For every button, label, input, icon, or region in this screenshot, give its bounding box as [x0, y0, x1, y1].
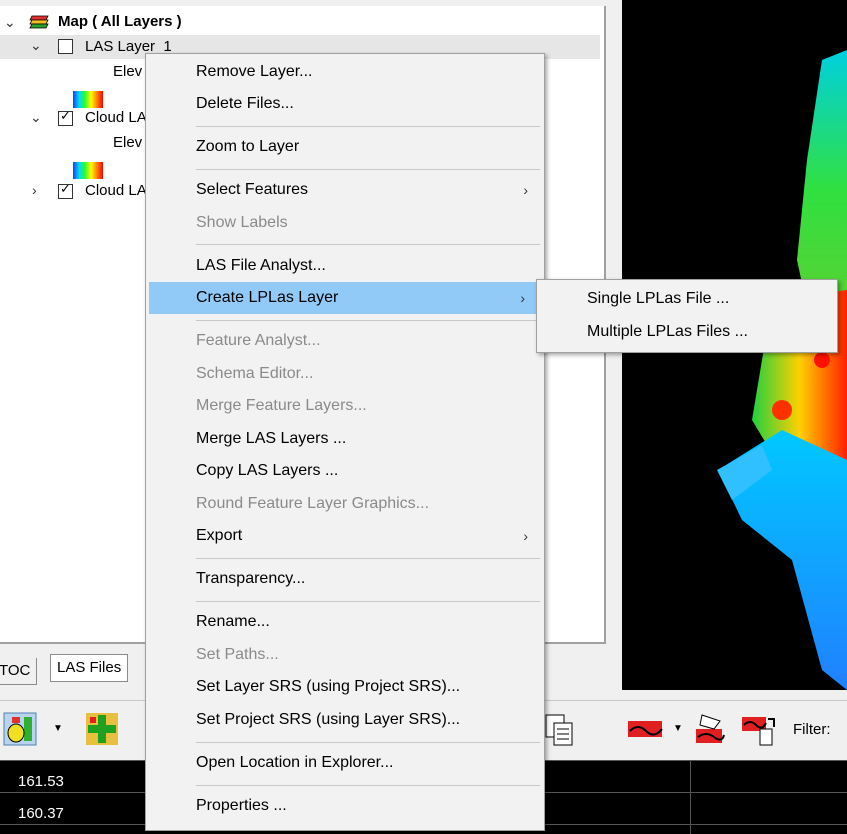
chevron-right-icon: › [520, 290, 525, 306]
chevron-right-icon: › [523, 182, 528, 198]
layer-checkbox[interactable] [58, 39, 73, 54]
menu-item-merge-las-layers[interactable]: Merge LAS Layers ... [146, 423, 544, 455]
color-ramp-icon [73, 162, 103, 179]
menu-separator [196, 244, 540, 245]
chevron-down-icon[interactable]: ⌄ [30, 109, 42, 126]
tab-las-files[interactable]: LAS Files [50, 654, 129, 682]
menu-item-show-labels[interactable]: Show Labels [146, 207, 544, 239]
menu-separator [196, 742, 540, 743]
add-layer-icon[interactable] [84, 711, 120, 747]
menu-item-set-project-srs[interactable]: Set Project SRS (using Layer SRS)... [146, 704, 544, 736]
layer-style-icon[interactable] [2, 711, 38, 747]
tab-toc[interactable]: TOC [0, 658, 38, 685]
chevron-right-icon[interactable]: › [32, 182, 37, 198]
menu-item-round-feature-graphics[interactable]: Round Feature Layer Graphics... [146, 488, 544, 520]
filter-label: Filter: [793, 721, 831, 738]
menu-item-set-paths[interactable]: Set Paths... [146, 639, 544, 671]
create-lplas-submenu: Single LPLas File ... Multiple LPLas Fil… [536, 279, 838, 353]
menu-item-transparency[interactable]: Transparency... [146, 563, 544, 595]
submenu-item-multiple-lplas-files[interactable]: Multiple LPLas Files ... [537, 316, 837, 348]
profile-icon[interactable] [626, 711, 663, 747]
layer-symbology-label: Elev [113, 134, 143, 151]
menu-separator [196, 558, 540, 559]
chevron-right-icon: › [523, 528, 528, 544]
menu-separator [196, 785, 540, 786]
chevron-down-icon[interactable]: ⌄ [30, 37, 42, 54]
menu-item-properties[interactable]: Properties ... [146, 790, 544, 822]
menu-item-copy-las-layers[interactable]: Copy LAS Layers ... [146, 455, 544, 487]
map-root-label[interactable]: Map ( All Layers ) [58, 11, 182, 33]
layer-symbology-label: Elev [113, 63, 143, 80]
menu-separator [196, 601, 540, 602]
menu-item-zoom-to-layer[interactable]: Zoom to Layer [146, 131, 544, 163]
menu-item-export[interactable]: Export › [146, 520, 544, 552]
grid-cell[interactable]: 161.53 [18, 773, 64, 790]
grid-cell[interactable]: 160.37 [18, 805, 64, 822]
menu-item-schema-editor[interactable]: Schema Editor... [146, 358, 544, 390]
menu-item-remove-layer[interactable]: Remove Layer... [146, 56, 544, 88]
menu-item-merge-feature-layers[interactable]: Merge Feature Layers... [146, 390, 544, 422]
color-ramp-icon [73, 91, 103, 108]
edit-profile-icon[interactable] [692, 711, 728, 747]
layers-icon [28, 14, 50, 30]
menu-separator [196, 320, 540, 321]
submenu-item-single-lplas-file[interactable]: Single LPLas File ... [537, 283, 837, 315]
menu-item-select-features[interactable]: Select Features › [146, 174, 544, 206]
menu-item-rename[interactable]: Rename... [146, 606, 544, 638]
dropdown-arrow-icon[interactable]: ▼ [670, 711, 686, 747]
menu-item-set-layer-srs[interactable]: Set Layer SRS (using Project SRS)... [146, 671, 544, 703]
menu-item-open-location[interactable]: Open Location in Explorer... [146, 747, 544, 779]
menu-item-feature-analyst[interactable]: Feature Analyst... [146, 325, 544, 357]
chevron-down-icon[interactable]: ⌄ [4, 14, 16, 31]
menu-separator [196, 169, 540, 170]
layer-context-menu: Remove Layer... Delete Files... Zoom to … [145, 53, 545, 831]
layer-label[interactable]: Cloud LA [85, 180, 147, 202]
menu-separator [196, 126, 540, 127]
menu-item-delete-files[interactable]: Delete Files... [146, 88, 544, 120]
dropdown-arrow-icon[interactable]: ▼ [48, 711, 68, 747]
menu-item-las-file-analyst[interactable]: LAS File Analyst... [146, 250, 544, 282]
export-profile-icon[interactable] [740, 711, 776, 747]
layer-checkbox[interactable] [58, 181, 73, 199]
menu-item-create-lplas-layer[interactable]: Create LPLas Layer › [149, 282, 541, 314]
layer-label[interactable]: Cloud LA [85, 107, 147, 129]
copy-icon[interactable] [540, 711, 576, 747]
layer-checkbox[interactable] [58, 108, 73, 126]
